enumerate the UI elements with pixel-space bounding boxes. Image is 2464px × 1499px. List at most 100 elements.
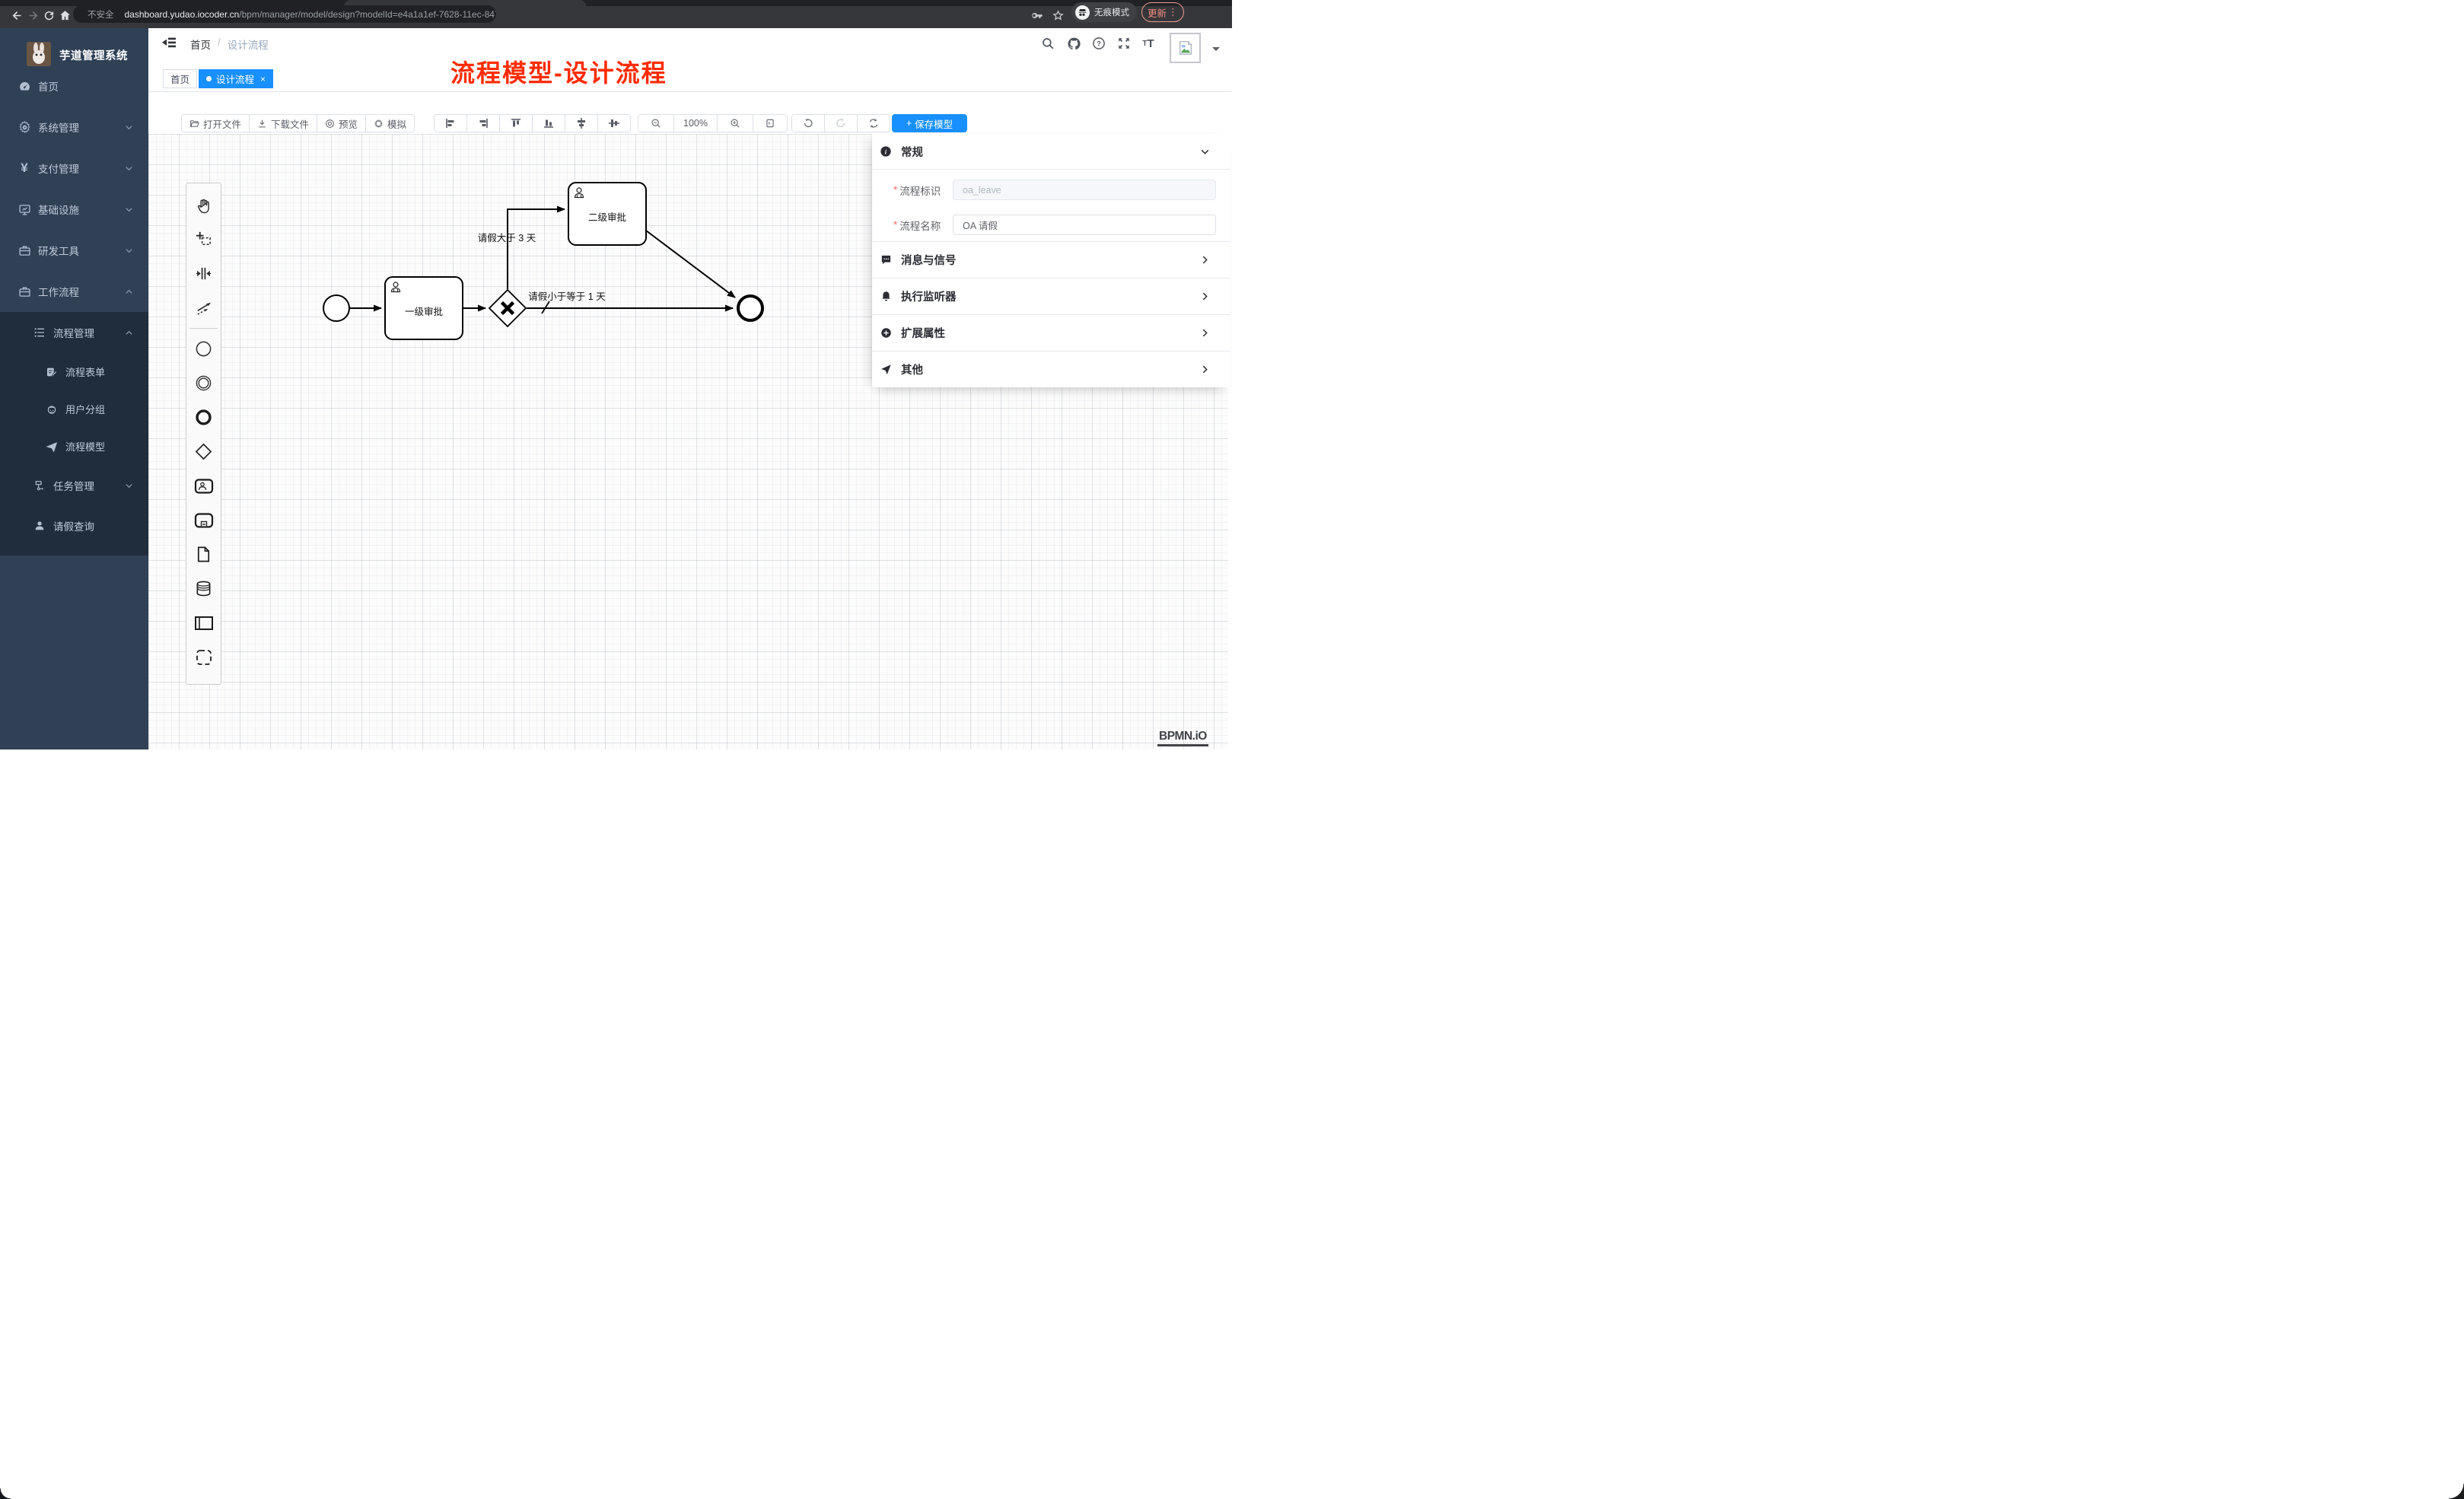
- github-icon[interactable]: [1065, 35, 1082, 52]
- download-file-button[interactable]: 下载文件: [250, 115, 317, 132]
- sidebar-item-process-model[interactable]: 流程模型: [0, 428, 148, 465]
- plus-circle-icon: [880, 326, 892, 339]
- sidebar-item-user-group[interactable]: 用户分组: [0, 390, 148, 428]
- incognito-label: 无痕模式: [1094, 6, 1129, 18]
- align-left-button[interactable]: [435, 115, 467, 132]
- create-group[interactable]: [186, 640, 221, 674]
- help-icon[interactable]: ?: [1090, 35, 1107, 52]
- task-label: 一级审批: [405, 306, 443, 317]
- properties-panel: i 常规 * 流程标识 * 流程名称 消息与信号 执行监听器: [872, 134, 1230, 387]
- broken-image-icon: [1177, 40, 1194, 56]
- align-right-icon: [478, 118, 489, 129]
- global-connect-tool[interactable]: [186, 291, 221, 325]
- bpmn-io-watermark[interactable]: BPMN.iO: [1157, 730, 1208, 746]
- chevron-down-icon: [125, 247, 133, 255]
- save-model-button[interactable]: + 保存模型: [892, 114, 967, 132]
- zoom-out-button[interactable]: [638, 115, 674, 132]
- create-user-task[interactable]: [186, 469, 221, 503]
- sidebar-item-workflow[interactable]: 工作流程: [0, 271, 148, 312]
- create-gateway[interactable]: [186, 434, 221, 469]
- create-data-object[interactable]: [186, 537, 221, 571]
- sidebar-item-label: 首页: [38, 78, 59, 94]
- section-title: 消息与信号: [901, 252, 957, 268]
- create-pool[interactable]: [186, 606, 221, 640]
- create-end-event[interactable]: [186, 400, 221, 434]
- sidebar-collapse-icon[interactable]: [160, 34, 178, 51]
- sidebar-item-infrastructure[interactable]: 基础设施: [0, 189, 148, 230]
- create-subprocess[interactable]: [186, 503, 221, 537]
- space-tool[interactable]: [186, 256, 221, 291]
- browser-reload-button[interactable]: [41, 8, 56, 23]
- browser-home-button[interactable]: [57, 8, 72, 23]
- zoom-reset-button[interactable]: [753, 115, 787, 132]
- font-size-icon[interactable]: TT: [1140, 35, 1157, 52]
- password-key-icon[interactable]: [1029, 8, 1044, 23]
- sidebar-item-home[interactable]: 首页: [0, 65, 148, 107]
- panel-section-listeners[interactable]: 执行监听器: [872, 278, 1230, 314]
- align-bottom-button[interactable]: [533, 115, 565, 132]
- tab-home[interactable]: 首页: [163, 69, 197, 88]
- browser-url-bar[interactable]: 不安全 dashboard.yudao.iocoder.cn/bpm/manag…: [73, 5, 496, 23]
- search-icon[interactable]: [1039, 35, 1056, 52]
- create-intermediate-event[interactable]: [186, 366, 221, 400]
- close-icon[interactable]: ×: [260, 74, 266, 84]
- hand-tool[interactable]: [186, 188, 221, 222]
- panel-section-extensions[interactable]: 扩展属性: [872, 314, 1230, 351]
- create-data-store[interactable]: [186, 571, 221, 606]
- zoom-in-button[interactable]: [718, 115, 753, 132]
- sidebar-item-leave-query[interactable]: 请假查询: [0, 505, 148, 546]
- yen-icon: ¥: [18, 161, 31, 175]
- panel-section-other[interactable]: 其他: [872, 351, 1230, 387]
- sidebar-item-process-form[interactable]: 流程表单: [0, 353, 148, 390]
- chevron-right-icon: [1200, 291, 1210, 301]
- process-name-input[interactable]: [953, 215, 1216, 235]
- breadcrumb-home[interactable]: 首页: [190, 37, 211, 52]
- bookmark-star-icon[interactable]: [1050, 8, 1065, 23]
- redo-button[interactable]: [825, 115, 858, 132]
- task-first-approval[interactable]: 一级审批: [385, 277, 463, 339]
- lasso-tool[interactable]: [186, 222, 221, 256]
- browser-back-button[interactable]: [9, 8, 24, 23]
- align-center-horizontal-button[interactable]: [565, 115, 598, 132]
- browser-update-button[interactable]: 更新 ⋮: [1141, 2, 1184, 22]
- sidebar-item-process-management[interactable]: 流程管理: [0, 312, 148, 353]
- panel-section-messages[interactable]: 消息与信号: [872, 241, 1230, 278]
- refresh-button[interactable]: [858, 115, 890, 132]
- sidebar-item-system[interactable]: 系统管理: [0, 107, 148, 148]
- task-second-approval[interactable]: 二级审批: [568, 183, 646, 245]
- preview-button[interactable]: 预览: [317, 115, 366, 132]
- sidebar-item-dev-tools[interactable]: 研发工具: [0, 230, 148, 271]
- align-bottom-icon: [543, 118, 554, 129]
- person-icon: [33, 519, 46, 533]
- sidebar-item-payment[interactable]: ¥ 支付管理: [0, 148, 148, 189]
- align-center-vertical-button[interactable]: [598, 115, 630, 132]
- incognito-badge: 无痕模式: [1071, 2, 1137, 22]
- zoom-out-icon: [651, 118, 661, 129]
- section-title: 常规: [901, 144, 923, 160]
- create-start-event[interactable]: [186, 332, 221, 366]
- fullscreen-icon[interactable]: [1116, 35, 1132, 52]
- align-top-button[interactable]: [500, 115, 533, 132]
- browser-menu-icon[interactable]: ⋮: [1168, 7, 1178, 18]
- end-event[interactable]: [738, 296, 762, 320]
- chevron-down-icon: [125, 164, 133, 173]
- avatar[interactable]: [1170, 33, 1201, 63]
- panel-section-general[interactable]: i 常规: [872, 134, 1230, 169]
- app-logo: [27, 42, 51, 66]
- open-file-button[interactable]: 打开文件: [182, 115, 250, 132]
- sidebar: 芋道管理系统 首页 系统管理 ¥ 支付管理 基础设施 研发工具: [0, 28, 148, 750]
- required-asterisk: *: [893, 184, 897, 196]
- send-icon: [45, 440, 59, 454]
- tab-design-process[interactable]: 设计流程 ×: [199, 69, 273, 88]
- form-icon: [45, 365, 59, 379]
- align-right-button[interactable]: [467, 115, 500, 132]
- briefcase-icon: [18, 243, 31, 257]
- start-event[interactable]: [323, 295, 349, 321]
- process-key-input[interactable]: [953, 180, 1216, 200]
- undo-button[interactable]: [792, 115, 825, 132]
- simulate-button[interactable]: 模拟: [366, 115, 414, 132]
- avatar-caret-icon[interactable]: [1212, 47, 1220, 55]
- sidebar-item-task-management[interactable]: 任务管理: [0, 465, 148, 506]
- sidebar-item-label: 用户分组: [65, 402, 105, 416]
- browser-forward-button[interactable]: [25, 8, 40, 23]
